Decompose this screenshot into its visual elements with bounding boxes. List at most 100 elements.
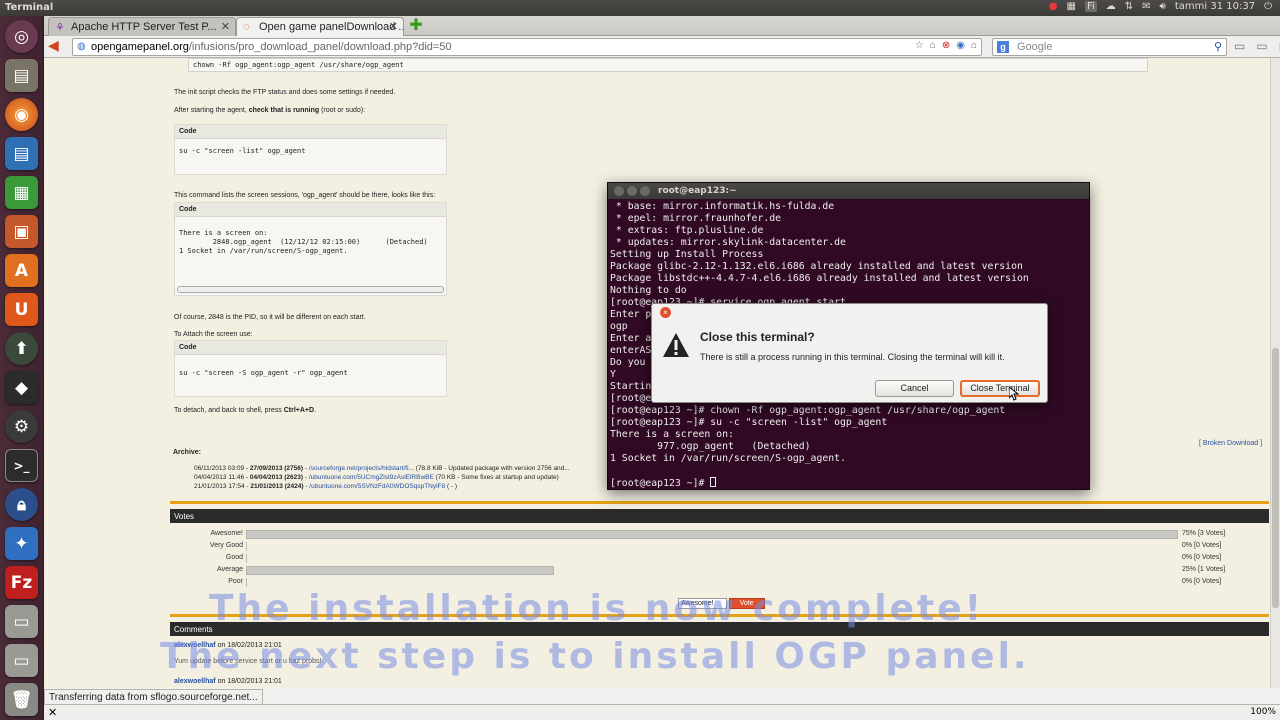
terminal-icon[interactable]: >_ <box>5 449 38 482</box>
text: (root or sudo): <box>319 107 366 114</box>
clock[interactable]: tammi 31 10:37 <box>1175 1 1255 12</box>
archive-label: Archive: <box>173 449 202 456</box>
firefox-icon[interactable]: ◉ <box>5 98 38 131</box>
url-bar[interactable]: ◍ opengamepanel.org/infusions/pro_downlo… <box>72 38 982 56</box>
overlay-caption-1: The installation is now complete! <box>209 588 985 629</box>
tab-ogp-download[interactable]: ◌ Open game panelDownload ... ✕ <box>236 17 404 36</box>
terminal-cursor <box>710 477 717 487</box>
dialog-title: Close this terminal? <box>700 330 815 344</box>
notification-icon[interactable]: ● <box>1049 1 1058 12</box>
software-center-icon[interactable]: A <box>5 254 38 287</box>
drive-icon-2[interactable]: ▭ <box>5 644 38 677</box>
terminal-line: Package glibc-2.12-1.132.el6.i686 alread… <box>610 261 1023 272</box>
close-tab-icon[interactable]: ✕ <box>389 20 398 33</box>
feather-icon: ⚘ <box>55 22 65 34</box>
bookmarks-icon[interactable]: ▭ <box>1234 39 1245 53</box>
files-icon[interactable]: ▤ <box>5 59 38 92</box>
paragraph-attach: To Attach the screen use: <box>174 331 253 338</box>
dash-icon[interactable]: ◎ <box>5 20 38 53</box>
home-icon[interactable]: ⌂ <box>930 40 936 51</box>
keyboard-layout[interactable]: Fi <box>1084 1 1097 12</box>
ubuntu-one-icon[interactable]: U <box>5 293 38 326</box>
broken-download-link[interactable]: [ Broken Download ] <box>1199 440 1262 447</box>
filezilla-icon[interactable]: Fz <box>5 566 38 599</box>
search-bar[interactable]: g Google ⚲ <box>992 38 1227 56</box>
terminal-line: * epel: mirror.fraunhofer.de <box>610 213 782 224</box>
text: After starting the agent, <box>174 107 249 114</box>
launcher: ◎ ▤ ◉ ▤ ▦ ▣ A U ⬆ ◆ ⚙ >_ 🔒︎ ✦ Fz ▭ ▭ 🗑︎ <box>0 16 44 720</box>
vote-row: Awesome! 75% [3 Votes] <box>174 530 1254 540</box>
terminal-line: There is a screen on: <box>610 429 734 440</box>
mail-icon[interactable]: ✉ <box>1142 1 1150 12</box>
pocket-icon[interactable]: ▭ <box>1256 39 1267 53</box>
games-icon[interactable]: ◆ <box>5 371 38 404</box>
calc-icon[interactable]: ▦ <box>5 176 38 209</box>
archive-desc: ( - ) <box>445 483 458 490</box>
vote-value: 75% [3 Votes] <box>1182 530 1226 537</box>
minimize-window-icon[interactable] <box>627 186 637 196</box>
archive-link[interactable]: - /ubuntuone.com/5UCmgZlst9zAslElRBwBE <box>303 474 434 481</box>
addon-icon[interactable]: ◉ <box>956 40 965 51</box>
close-addon-bar-icon[interactable]: ✕ <box>48 706 57 719</box>
scrollbar-thumb[interactable] <box>1272 348 1279 608</box>
archive-version: 04/04/2013 (2623) <box>249 474 304 481</box>
code-label: Code <box>175 125 446 139</box>
vote-track <box>246 542 1178 551</box>
page-scrollbar[interactable] <box>1270 58 1280 688</box>
terminal-line: * base: mirror.informatik.hs-fulda.de <box>610 201 835 212</box>
keyring-icon[interactable]: 🔒︎ <box>5 488 38 521</box>
tab-apache[interactable]: ⚘ Apache HTTP Server Test P... ✕ <box>48 17 236 36</box>
bookmark-star-icon[interactable]: ☆ <box>915 40 924 51</box>
new-tab-button[interactable]: ✚ <box>407 17 425 35</box>
cloud-icon[interactable]: ☁ <box>1106 1 1116 12</box>
vote-value: 0% [0 Votes] <box>1182 554 1222 561</box>
stop-icon[interactable]: ⊗ <box>942 40 950 51</box>
steam-icon[interactable]: ⚙ <box>5 410 38 443</box>
archive-date: 21/01/2013 17:54 - <box>194 483 251 490</box>
vote-label: Awesome! <box>210 530 243 537</box>
terminal-line: * updates: mirror.skylink-datacenter.de <box>610 237 846 248</box>
network-icon[interactable]: ▦ <box>1067 1 1076 12</box>
vote-bar <box>246 566 554 575</box>
code-horizontal-scrollbar[interactable] <box>177 286 444 293</box>
volume-icon[interactable]: 🔊︎ <box>1160 1 1166 12</box>
archive-item: 06/11/2013 03:09 - 27/09/2013 (2756) - /… <box>194 464 614 473</box>
code-1: su -c "screen -list" ogp_agent <box>179 147 306 155</box>
navigation-bar: ◀ ◍ opengamepanel.org/infusions/pro_down… <box>44 36 1280 58</box>
top-code-box: chown -Rf ogp_agent:ogp_agent /usr/share… <box>188 58 1148 72</box>
bold-text: check that is running <box>248 107 320 114</box>
back-button[interactable]: ◀ <box>48 38 59 54</box>
maximize-window-icon[interactable] <box>640 186 650 196</box>
loading-icon: ◌ <box>243 21 250 33</box>
dialog-close-icon[interactable]: × <box>660 307 671 318</box>
home-button-icon[interactable]: ⌂ <box>971 40 977 51</box>
close-window-icon[interactable] <box>614 186 624 196</box>
status-transfer: Transferring data from sflogo.sourceforg… <box>44 689 263 705</box>
comment-date: on 18/02/2013 21:01 <box>215 678 282 685</box>
update-manager-icon[interactable]: ⬆ <box>5 332 38 365</box>
vote-bar <box>246 530 1178 539</box>
search-icon[interactable]: ⚲ <box>1214 40 1222 53</box>
cancel-button[interactable]: Cancel <box>875 380 954 397</box>
impress-icon[interactable]: ▣ <box>5 215 38 248</box>
power-icon[interactable]: ⏻ <box>1264 1 1272 12</box>
close-terminal-button[interactable]: Close Terminal <box>960 380 1040 397</box>
archive-link[interactable]: - /ubuntuone.com/5SVNzFdA0WDOSqspTNylF8 <box>304 483 445 490</box>
paragraph-lists: This command lists the screen sessions, … <box>174 192 436 199</box>
archive-link[interactable]: - /sourceforge.net/projects/hldstart/fi.… <box>303 465 414 472</box>
trash-icon[interactable]: 🗑︎ <box>5 683 38 716</box>
transfer-icon[interactable]: ⇅ <box>1125 1 1133 12</box>
text: . <box>314 407 317 414</box>
google-icon[interactable]: g <box>997 41 1009 53</box>
zoom-level[interactable]: 100% <box>1250 707 1276 717</box>
drive-icon[interactable]: ▭ <box>5 605 38 638</box>
terminal-line: Package libstdc++-4.4.7-4.el6.i686 alrea… <box>610 273 1029 284</box>
close-tab-icon[interactable]: ✕ <box>221 20 230 33</box>
writer-icon[interactable]: ▤ <box>5 137 38 170</box>
terminal-prompt: [root@eap123 ~]# <box>610 478 711 489</box>
comment-user-link[interactable]: alexwoellhaf <box>174 678 216 685</box>
tab-strip: ⚘ Apache HTTP Server Test P... ✕ ◌ Open … <box>44 16 1280 36</box>
url-host: opengamepanel.org <box>91 41 189 53</box>
app-icon[interactable]: ✦ <box>5 527 38 560</box>
terminal-titlebar[interactable]: root@eap123:~ <box>608 183 1089 199</box>
